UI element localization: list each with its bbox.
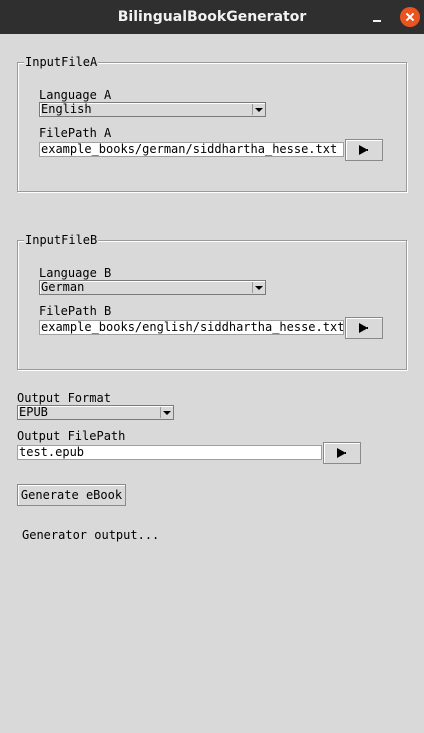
play-arrow-icon (359, 145, 368, 155)
filepath-b-label: FilePath B (39, 304, 112, 318)
browse-b-button[interactable] (345, 317, 383, 339)
dropdown-arrow-icon (252, 104, 264, 115)
window-titlebar[interactable]: BilingualBookGenerator (0, 0, 424, 34)
minimize-icon[interactable] (368, 8, 386, 26)
filepath-b-input[interactable]: example_books/english/siddhartha_hesse.t… (39, 320, 344, 335)
filepath-a-input[interactable]: example_books/german/siddhartha_hesse.tx… (39, 142, 344, 157)
language-a-label: Language A (39, 88, 112, 102)
output-format-label: Output Format (17, 391, 111, 405)
language-a-select[interactable]: English (39, 102, 266, 117)
output-filepath-label: Output FilePath (17, 429, 126, 443)
play-arrow-icon (337, 448, 346, 458)
generator-output-text: Generator output... (22, 528, 160, 542)
language-b-select[interactable]: German (39, 280, 266, 295)
language-a-value: English (41, 102, 92, 116)
dropdown-arrow-icon (252, 282, 264, 293)
language-b-label: Language B (39, 266, 112, 280)
close-icon[interactable] (400, 7, 420, 27)
browse-a-button[interactable] (345, 139, 383, 161)
input-file-a-legend: InputFileA (24, 54, 99, 70)
input-file-a-group: InputFileA Language A English FilePath A… (17, 54, 407, 192)
play-arrow-icon (359, 323, 368, 333)
input-file-b-legend: InputFileB (24, 232, 99, 248)
dropdown-arrow-icon (160, 407, 172, 418)
filepath-a-label: FilePath A (39, 126, 112, 140)
input-file-b-group: InputFileB Language B German FilePath B … (17, 232, 407, 370)
output-format-value: EPUB (19, 405, 48, 419)
output-format-select[interactable]: EPUB (17, 405, 174, 420)
output-filepath-input[interactable]: test.epub (17, 445, 322, 460)
browse-output-button[interactable] (323, 442, 361, 464)
language-b-value: German (41, 280, 85, 294)
generate-ebook-button[interactable]: Generate eBook (17, 484, 126, 506)
window-title: BilingualBookGenerator (117, 9, 307, 25)
